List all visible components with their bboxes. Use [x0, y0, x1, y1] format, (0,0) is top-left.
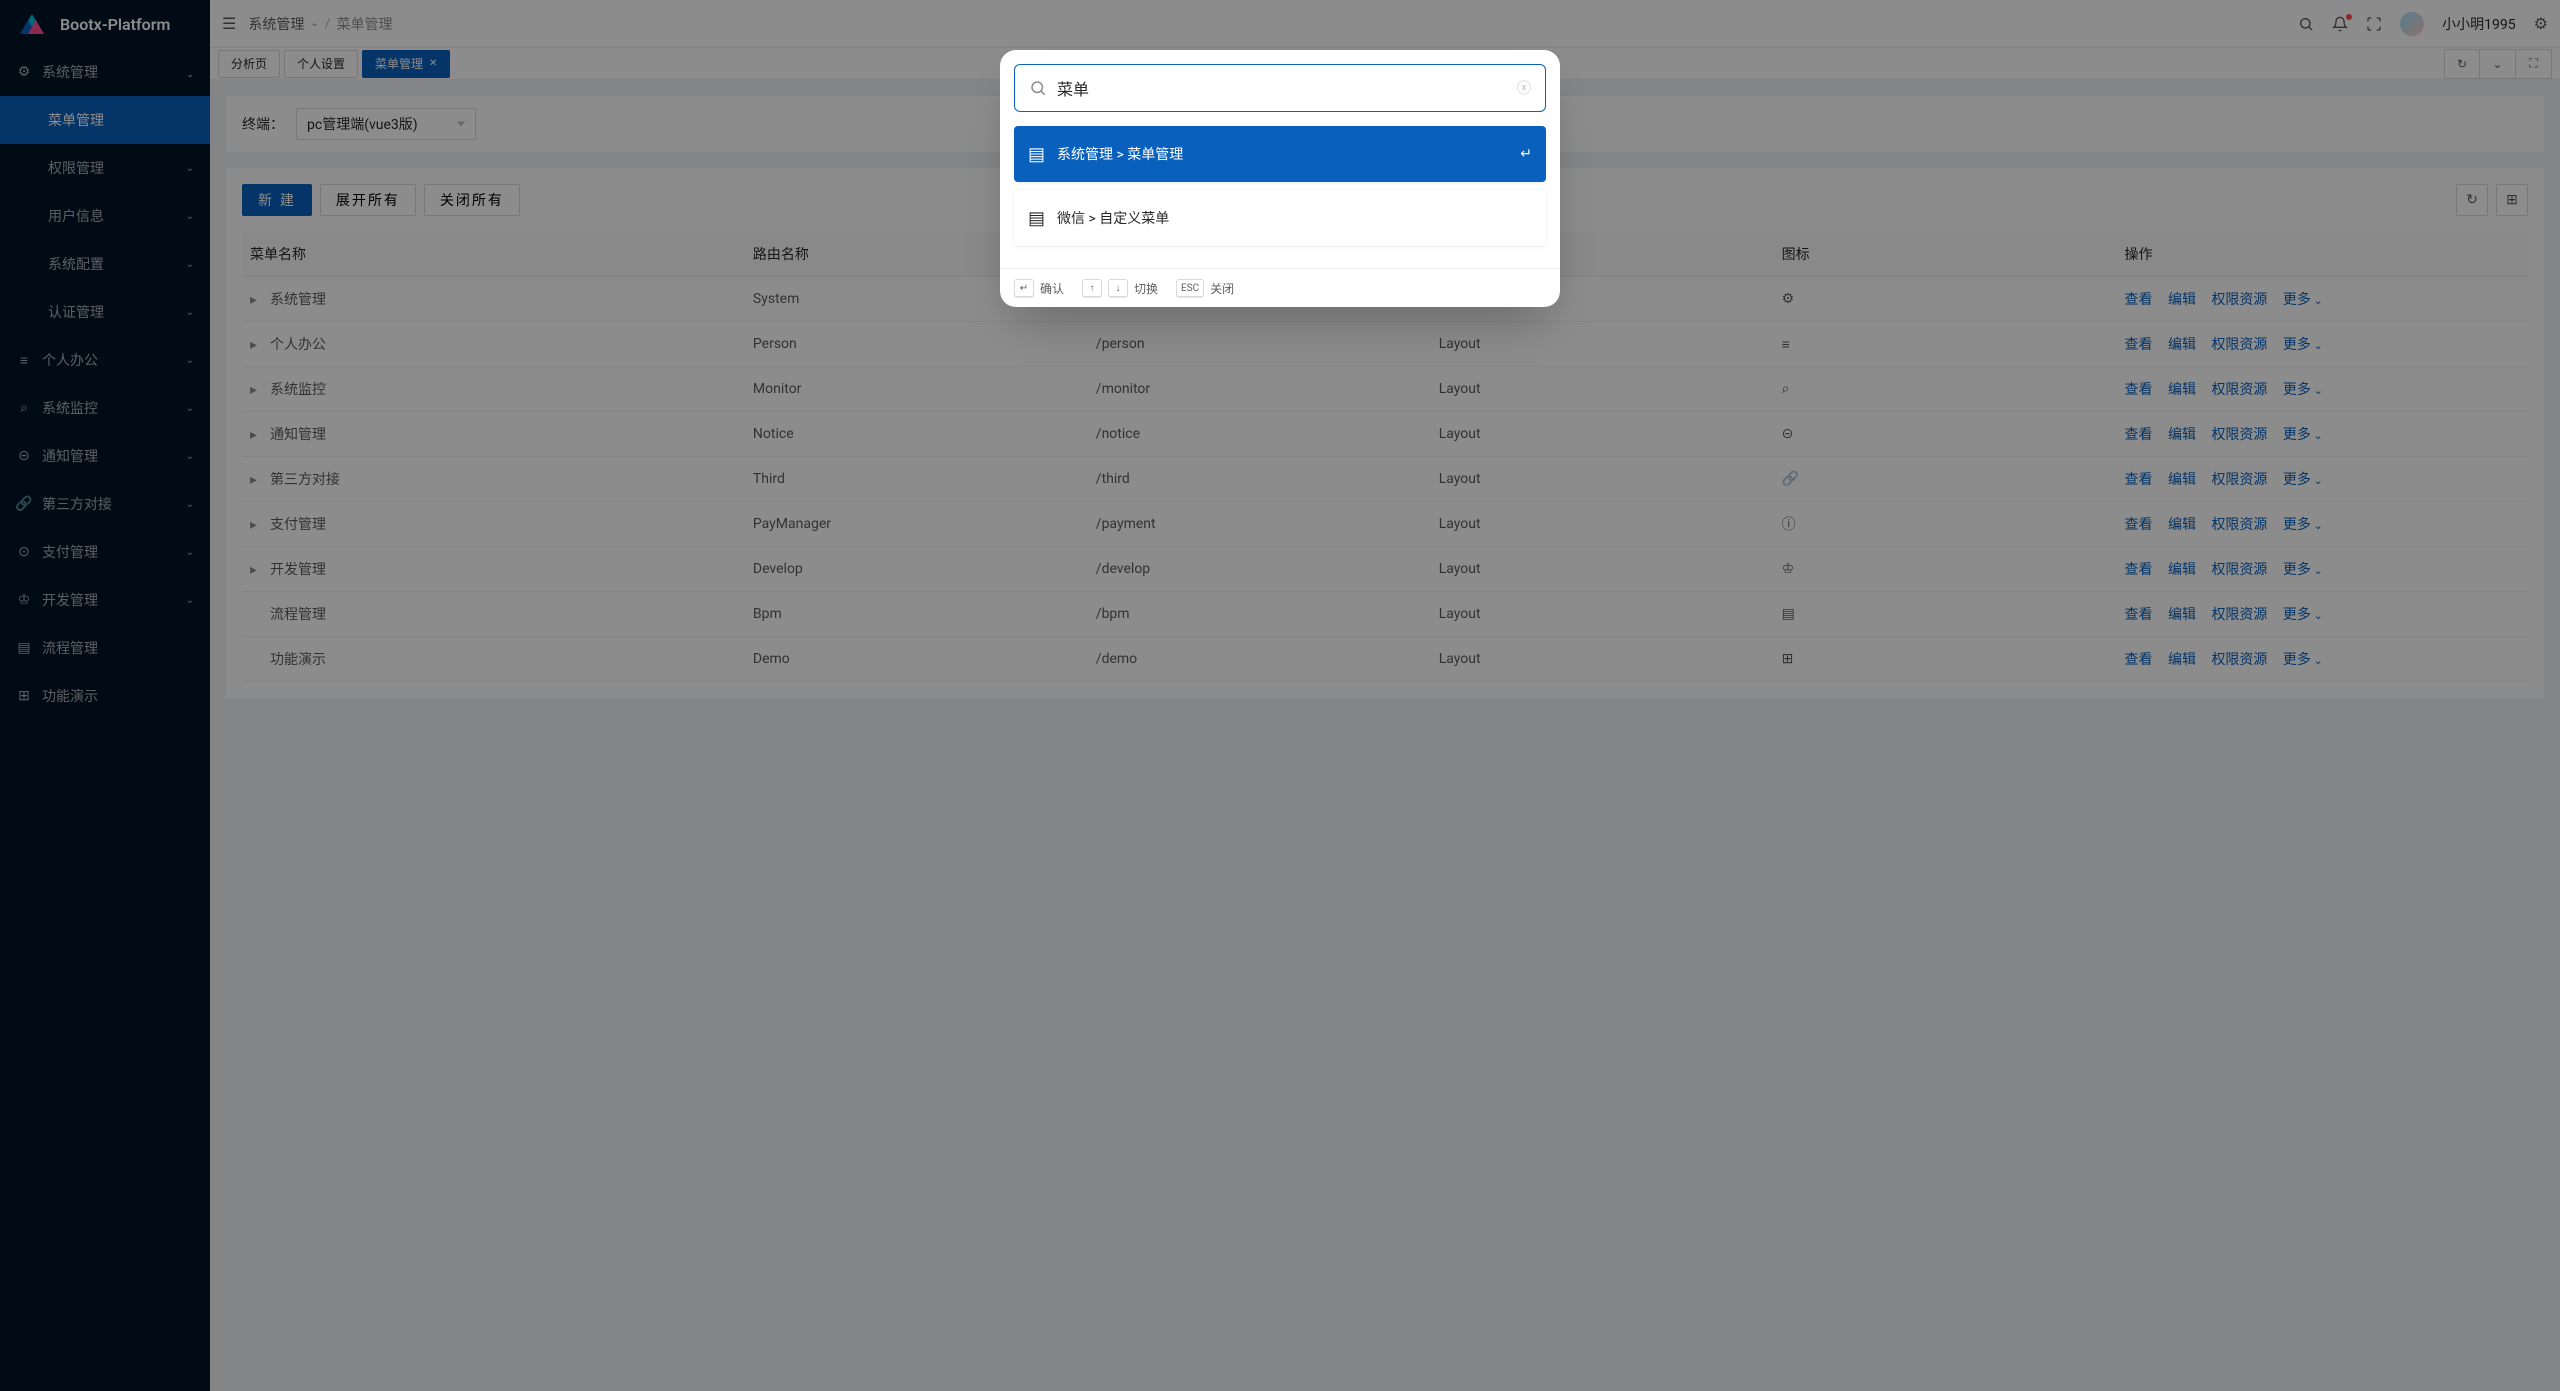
search-icon: [1029, 79, 1047, 97]
page-icon: ▤: [1028, 208, 1045, 229]
down-key-icon: ↓: [1108, 279, 1128, 297]
search-result-item[interactable]: ▤ 微信 > 自定义菜单: [1014, 190, 1546, 246]
enter-key-icon: ↵: [1014, 279, 1034, 297]
esc-key-icon: ESC: [1176, 279, 1204, 297]
enter-icon: ↵: [1520, 146, 1532, 162]
search-modal: ⓧ ▤ 系统管理 > 菜单管理 ↵ ▤ 微信 > 自定义菜单 ↵确认 ↑↓切换 …: [1000, 50, 1560, 307]
result-label: 微信 > 自定义菜单: [1057, 208, 1169, 228]
search-result-item[interactable]: ▤ 系统管理 > 菜单管理 ↵: [1014, 126, 1546, 182]
up-key-icon: ↑: [1082, 279, 1102, 297]
page-icon: ▤: [1028, 144, 1045, 165]
result-label: 系统管理 > 菜单管理: [1057, 144, 1183, 164]
search-modal-overlay[interactable]: ⓧ ▤ 系统管理 > 菜单管理 ↵ ▤ 微信 > 自定义菜单 ↵确认 ↑↓切换 …: [0, 0, 2560, 1391]
clear-icon[interactable]: ⓧ: [1517, 78, 1531, 98]
search-footer: ↵确认 ↑↓切换 ESC关闭: [1000, 268, 1560, 307]
search-input[interactable]: [1057, 79, 1507, 97]
